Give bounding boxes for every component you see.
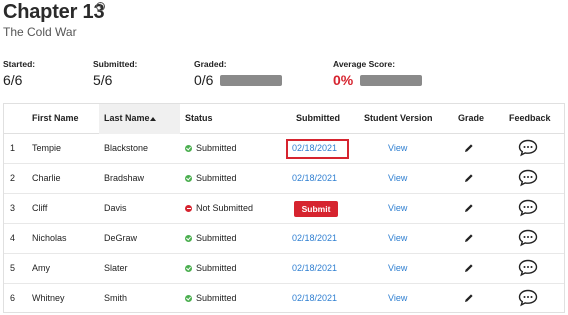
first-name-cell: Amy [32,263,50,273]
pencil-icon[interactable] [464,143,474,153]
stat-started-label: Started: [3,59,36,69]
last-name-cell: Bradshaw [104,173,145,183]
stat-submitted-label: Submitted: [93,59,138,69]
stat-started: Started: 6/6 [3,59,35,88]
pencil-icon[interactable] [464,233,474,243]
col-student-version: Student Version [364,113,433,123]
last-name-cell: Blackstone [104,143,149,153]
table-row: 2 Charlie Bradshaw Submitted 02/18/2021 … [4,164,564,194]
row-index: 6 [10,293,16,303]
last-name-cell: Slater [104,263,128,273]
first-name-cell: Tempie [32,143,62,153]
row-index: 4 [10,233,16,243]
submitted-date-link[interactable]: 02/18/2021 [292,263,337,273]
last-name-cell: DeGraw [104,233,138,243]
status-text: Submitted [196,233,237,243]
stat-graded: Graded: 0/6 [194,59,283,88]
submitted-date-link[interactable]: 02/18/2021 [292,173,337,183]
speech-bubble-icon[interactable] [518,289,538,307]
view-link[interactable]: View [388,263,407,273]
table-row: 5 Amy Slater Submitted 02/18/2021 View [4,254,564,284]
last-name-cell: Smith [104,293,128,303]
average-score-bar [360,74,423,86]
table-row: 1 Tempie Blackstone Submitted 02/18/2021… [4,134,564,164]
col-first-name[interactable]: First Name [32,113,79,123]
col-grade: Grade [458,113,485,123]
speech-bubble-icon[interactable] [518,139,538,157]
status-text: Not Submitted [196,203,254,213]
status-text: Submitted [196,173,237,183]
first-name-cell: Cliff [32,203,48,213]
pencil-icon[interactable] [464,203,474,213]
page-title: Chapter 13 [3,1,105,23]
row-index: 1 [10,143,16,153]
status-text: Submitted [196,143,237,153]
first-name-cell: Whitney [32,293,65,303]
submitted-date-link[interactable]: 02/18/2021 [292,233,337,243]
table-row: 3 Cliff Davis Not Submitted Submit View [4,194,564,224]
stat-graded-row: 0/6 [194,72,283,88]
pencil-icon[interactable] [464,293,474,303]
view-link[interactable]: View [388,203,407,213]
minus-circle-icon [185,204,192,212]
row-index: 5 [10,263,16,273]
row-index: 3 [10,203,16,213]
stat-average-row: 0% [333,72,423,88]
stat-submitted-value: 5/6 [93,72,113,88]
check-circle-icon [185,174,192,182]
speech-bubble-icon[interactable] [518,229,538,247]
graded-progress-bar [220,74,283,86]
view-link[interactable]: View [388,173,407,183]
stat-graded-value: 0/6 [194,72,214,88]
pencil-icon[interactable] [464,263,474,273]
stat-average-value: 0% [333,72,354,88]
table-row: 6 Whitney Smith Submitted 02/18/2021 Vie… [4,284,564,314]
table-row: 4 Nicholas DeGraw Submitted 02/18/2021 V… [4,224,564,254]
speech-bubble-icon[interactable] [518,259,538,277]
grades-table: First Name Last Name Status Submitted St… [3,103,565,313]
stat-average-label: Average Score: [333,59,396,69]
col-last-name[interactable]: Last Name [104,113,150,123]
col-submitted[interactable]: Submitted [296,113,340,123]
last-name-cell: Davis [104,203,127,213]
view-link[interactable]: View [388,293,407,303]
status-cell: Submitted [185,173,237,183]
submitted-date-link[interactable]: 02/18/2021 [292,293,337,303]
status-cell: Submitted [185,143,237,153]
check-circle-icon [185,144,192,152]
row-index: 2 [10,173,16,183]
pencil-icon[interactable] [464,173,474,183]
check-circle-icon [185,234,192,242]
status-cell: Submitted [185,293,237,303]
col-status[interactable]: Status [185,113,213,123]
status-cell: Submitted [185,263,237,273]
status-cell: Not Submitted [185,203,253,213]
status-text: Submitted [196,263,237,273]
page-subtitle: The Cold War [3,25,77,39]
submitted-date-link[interactable]: 02/18/2021 [292,143,337,153]
speech-bubble-icon[interactable] [518,199,538,217]
check-circle-icon [185,294,192,302]
first-name-cell: Charlie [32,173,61,183]
table-header: First Name Last Name Status Submitted St… [4,104,564,134]
stat-graded-label: Graded: [194,59,227,69]
view-link[interactable]: View [388,233,407,243]
sort-ascending-icon[interactable] [150,117,156,121]
status-text: Submitted [196,293,237,303]
stat-started-value: 6/6 [3,72,23,88]
stat-submitted: Submitted: 5/6 [93,59,137,88]
speech-bubble-icon[interactable] [518,169,538,187]
status-cell: Submitted [185,233,237,243]
info-icon[interactable]: i [96,2,105,11]
view-link[interactable]: View [388,143,407,153]
col-feedback: Feedback [509,113,551,123]
check-circle-icon [185,264,192,272]
first-name-cell: Nicholas [32,233,67,243]
stat-average: Average Score: 0% [333,59,423,88]
submit-button[interactable]: Submit [294,201,338,217]
